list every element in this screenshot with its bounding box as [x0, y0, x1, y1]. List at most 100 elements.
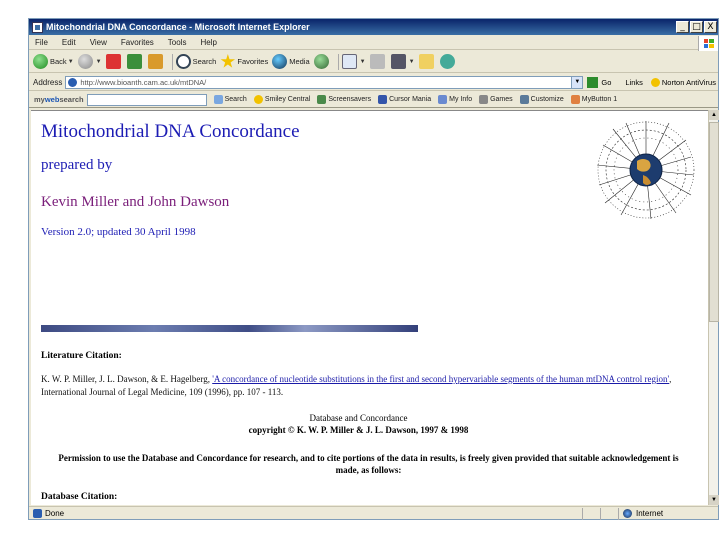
go-button[interactable]: Go [587, 76, 612, 88]
chevron-down-icon[interactable]: ▼ [409, 59, 415, 65]
status-bar: Done Internet [29, 506, 718, 520]
toolbar-separator [171, 53, 173, 70]
phylogeny-globe-image [591, 115, 701, 225]
cursor-mania-label: Cursor Mania [389, 96, 432, 103]
back-label: Back [50, 57, 67, 66]
folder-button[interactable] [418, 53, 436, 71]
forward-button[interactable]: ▼ [77, 53, 102, 71]
vertical-scrollbar[interactable]: ▲ ▼ [708, 110, 719, 505]
web-search-button[interactable]: Search [213, 95, 247, 104]
customize-label: Customize [530, 96, 564, 103]
menu-bar: File Edit View Favorites Tools Help [29, 36, 718, 51]
chevron-down-icon[interactable]: ▼ [571, 76, 583, 88]
go-label: Go [601, 77, 612, 87]
home-icon [147, 54, 163, 69]
standard-toolbar: Back ▼ ▼ Search Favorites Media ▼ ▼ [29, 51, 718, 73]
screensavers-button[interactable]: Screensavers [317, 95, 371, 104]
refresh-icon [126, 54, 142, 69]
cursor-mania-button[interactable]: Cursor Mania [378, 95, 431, 104]
norton-label: Norton AntiVirus [661, 77, 716, 87]
search-button[interactable]: Search [175, 53, 217, 71]
media-button[interactable]: Media [272, 53, 310, 71]
literature-citation: K. W. P. Miller, J. L. Dawson, & E. Hage… [41, 373, 696, 399]
stop-button[interactable] [105, 53, 123, 71]
search-toolbar: mywebsearch Search Smiley Central Screen… [29, 92, 718, 108]
messenger-icon [439, 54, 455, 69]
back-button[interactable]: Back ▼ [33, 53, 74, 71]
games-button[interactable]: Games [479, 95, 513, 104]
history-icon [313, 54, 329, 69]
magnifier-icon [213, 95, 223, 104]
menu-tools[interactable]: Tools [168, 38, 187, 47]
stop-icon [105, 54, 121, 69]
mybutton-1-button[interactable]: MyButton 1 [570, 95, 618, 104]
scroll-thumb[interactable] [709, 122, 719, 322]
address-input[interactable] [80, 77, 561, 87]
customize-button[interactable]: Customize [519, 95, 564, 104]
links-button[interactable]: Links [625, 78, 643, 87]
norton-button[interactable]: Norton AntiVirus [650, 77, 716, 87]
ie-icon [32, 21, 43, 33]
web-search-label: Search [224, 96, 247, 103]
decorative-banner [41, 325, 418, 332]
refresh-button[interactable] [126, 53, 144, 71]
home-button[interactable] [147, 53, 165, 71]
edit-button[interactable]: ▼ [390, 53, 415, 71]
menu-file[interactable]: File [35, 38, 48, 47]
my-info-button[interactable]: My Info [438, 95, 472, 104]
prepared-by: prepared by [41, 157, 113, 173]
close-button[interactable]: X [704, 21, 717, 33]
menu-favorites[interactable]: Favorites [121, 38, 154, 47]
status-cell [582, 507, 600, 520]
menu-help[interactable]: Help [200, 38, 216, 47]
favorites-button[interactable]: Favorites [220, 53, 268, 71]
maximize-button[interactable]: □ [690, 21, 703, 33]
address-box[interactable]: ▼ [65, 75, 584, 89]
scroll-down-icon[interactable]: ▼ [709, 495, 719, 505]
folder-icon [418, 54, 434, 69]
star-icon [220, 54, 236, 68]
minimize-button[interactable]: _ [676, 21, 689, 33]
title-bar[interactable]: Mitochondrial DNA Concordance - Microsof… [29, 19, 718, 35]
page-content: Mitochondrial DNA Concordance prepared b… [31, 110, 708, 505]
database-citation-heading: Database Citation: [41, 492, 118, 502]
page-status-icon [33, 509, 42, 518]
my-info-label: My Info [449, 96, 473, 103]
mybutton-1-label: MyButton 1 [581, 96, 618, 103]
magnifier-icon [175, 54, 191, 69]
zone-label: Internet [636, 509, 664, 518]
security-zone: Internet [618, 507, 718, 520]
messenger-button[interactable] [439, 53, 457, 71]
norton-icon [650, 77, 660, 87]
globe-icon [623, 509, 632, 518]
mail-button[interactable]: ▼ [341, 53, 366, 71]
media-icon [272, 54, 288, 69]
edit-icon [390, 54, 406, 69]
smiley-central-button[interactable]: Smiley Central [253, 95, 310, 104]
search-label: Search [192, 57, 217, 66]
citation-title-link[interactable]: 'A concordance of nucleotide substitutio… [212, 374, 669, 384]
menu-view[interactable]: View [90, 38, 107, 47]
history-button[interactable] [313, 53, 331, 71]
authors: Kevin Miller and John Dawson [41, 194, 230, 210]
games-icon [479, 95, 489, 104]
print-button[interactable] [369, 53, 387, 71]
mail-icon [341, 54, 357, 69]
page-title: Mitochondrial DNA Concordance [41, 121, 300, 142]
web-search-input[interactable] [86, 93, 207, 106]
printer-icon [369, 54, 385, 69]
menu-edit[interactable]: Edit [62, 38, 76, 47]
browser-window: Mitochondrial DNA Concordance - Microsof… [28, 18, 719, 520]
back-arrow-icon [33, 54, 48, 69]
window-title: Mitochondrial DNA Concordance - Microsof… [46, 22, 310, 32]
info-icon [438, 95, 448, 104]
windows-logo-icon [698, 36, 718, 51]
chevron-down-icon[interactable]: ▼ [68, 59, 74, 65]
screensaver-icon [317, 95, 327, 104]
scroll-up-icon[interactable]: ▲ [709, 110, 719, 120]
mywebsearch-logo[interactable]: mywebsearch [34, 95, 84, 104]
chevron-down-icon[interactable]: ▼ [96, 59, 102, 65]
database-title: Database and Concordance [309, 413, 408, 423]
permission-notice: Permission to use the Database and Conco… [58, 453, 679, 475]
chevron-down-icon[interactable]: ▼ [360, 59, 366, 65]
